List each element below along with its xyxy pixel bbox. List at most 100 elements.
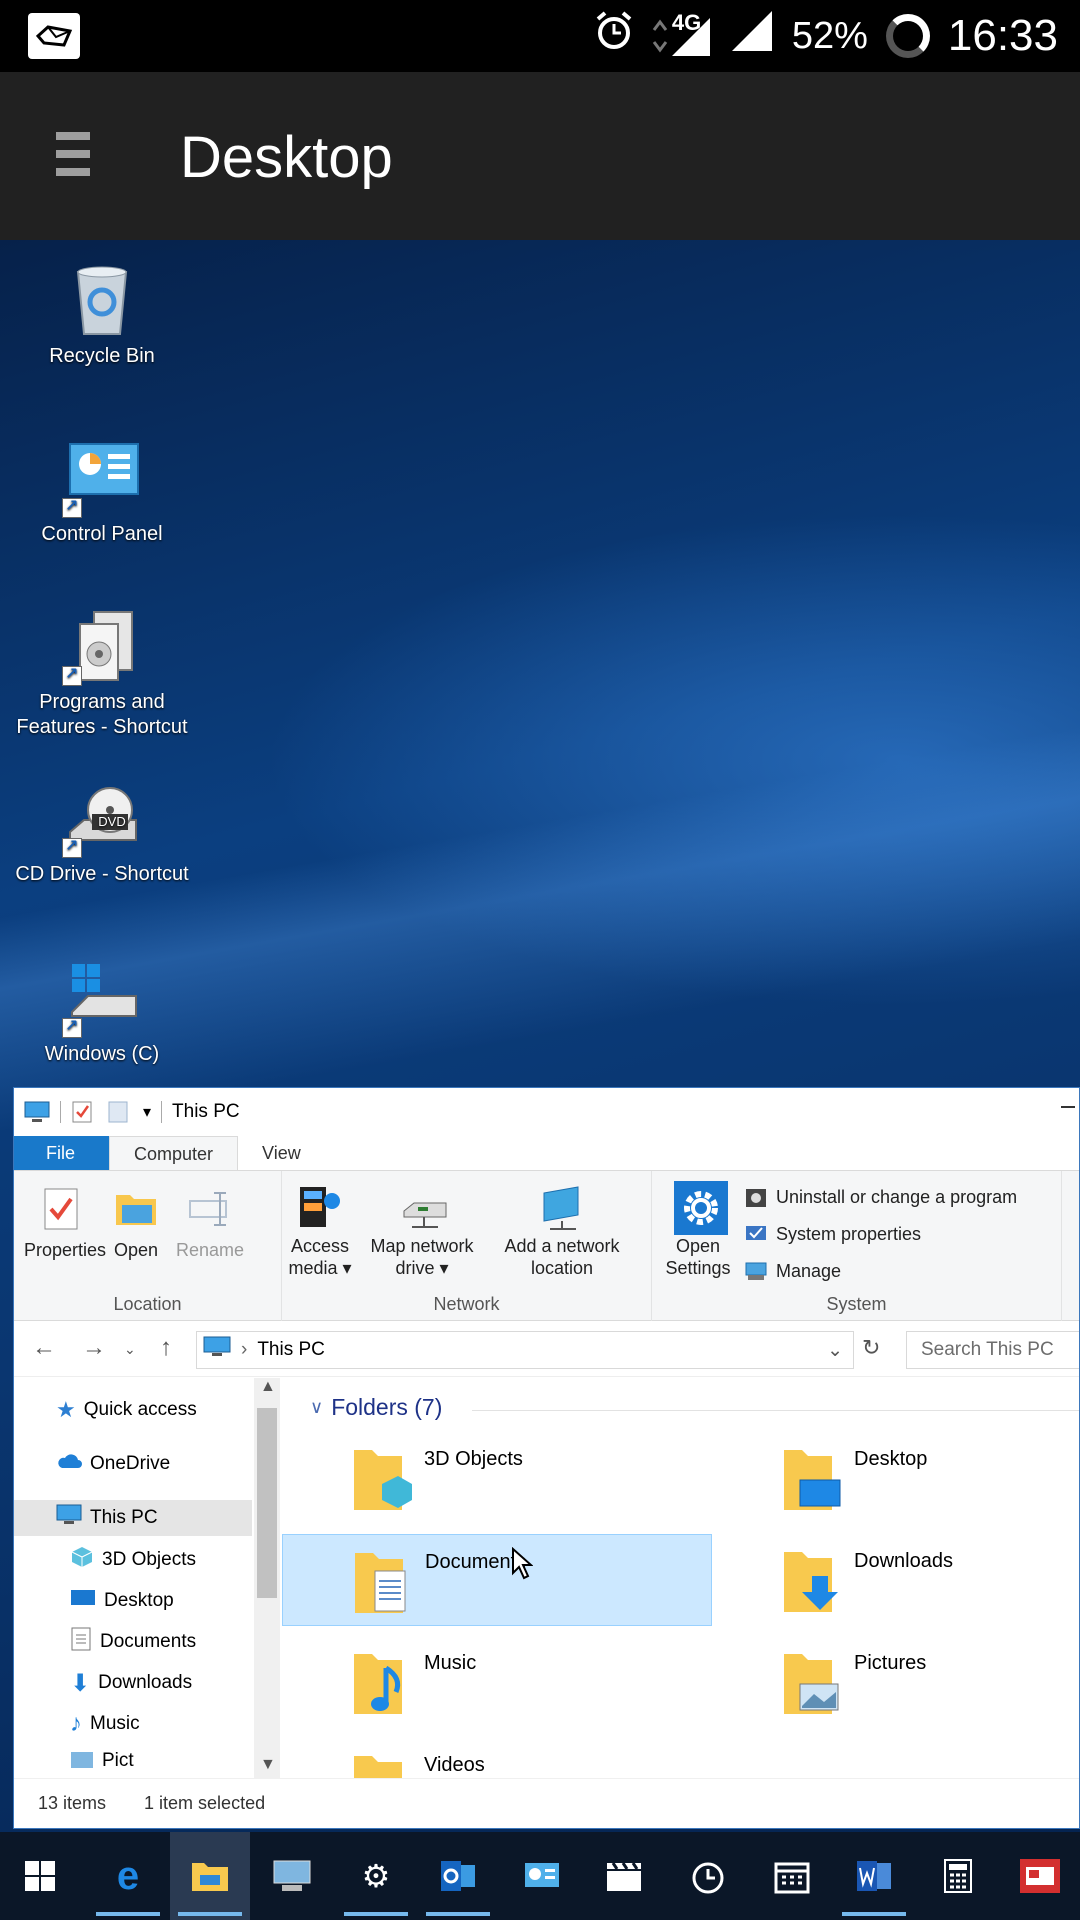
nav-item-3d-objects[interactable]: 3D Objects	[70, 1542, 196, 1578]
uninstall-program-button[interactable]: Uninstall or change a program	[744, 1185, 1017, 1209]
folder-tile-pictures[interactable]: Pictures	[712, 1636, 1079, 1728]
back-arrow-icon[interactable]: ←	[32, 1334, 56, 1362]
recent-locations-chevron-icon[interactable]: ⌄	[124, 1341, 136, 1358]
folder-name: Music	[424, 1652, 477, 1674]
address-bar[interactable]: › This PC ⌄	[196, 1331, 854, 1369]
download-arrow-icon: ⬇	[70, 1669, 91, 1697]
up-arrow-icon[interactable]: ↑	[160, 1334, 172, 1362]
forward-arrow-icon[interactable]: →	[82, 1334, 106, 1362]
taskbar-word[interactable]	[834, 1832, 914, 1920]
alarm-icon	[594, 11, 634, 61]
properties-label: Properties	[24, 1240, 107, 1260]
taskbar-settings[interactable]: ⚙	[336, 1832, 416, 1920]
news-icon	[1019, 1855, 1061, 1897]
access-media-button[interactable]: Access media ▾	[288, 1181, 352, 1279]
taskbar-news[interactable]	[1000, 1832, 1080, 1920]
scroll-down-icon[interactable]: ▼	[260, 1756, 276, 1774]
desktop-icon-label: CD Drive - Shortcut	[15, 863, 189, 885]
clapperboard-icon	[603, 1855, 645, 1897]
app-bar: Desktop	[0, 72, 1080, 240]
search-input[interactable]: Search This PC	[906, 1331, 1079, 1369]
desktop-icon-control-panel[interactable]: Control Panel	[2, 440, 202, 547]
folder-tile-music[interactable]: Music	[282, 1636, 712, 1728]
refresh-icon[interactable]: ↻	[862, 1335, 880, 1361]
file-explorer-window[interactable]: ▾ This PC File Computer View Properties …	[13, 1087, 1080, 1829]
alarm-clock-icon	[687, 1855, 729, 1897]
desktop-icon-programs-features[interactable]: Programs and Features - Shortcut	[2, 608, 202, 740]
minimize-icon[interactable]	[1061, 1106, 1075, 1108]
document-icon	[70, 1626, 92, 1658]
folders-group-header[interactable]: ∨ Folders (7)	[310, 1394, 442, 1421]
desktop-folder-icon	[782, 1444, 841, 1510]
desktop-icon-recycle-bin[interactable]: Recycle Bin	[2, 262, 202, 369]
signal-4g-icon: 4G	[652, 10, 712, 58]
scroll-up-icon[interactable]: ▲	[260, 1378, 276, 1396]
word-icon	[853, 1855, 895, 1897]
manage-label: Manage	[776, 1260, 842, 1281]
taskbar-remote-desktop[interactable]	[252, 1832, 332, 1920]
address-dropdown-icon[interactable]: ⌄	[827, 1339, 843, 1362]
nav-item-downloads[interactable]: ⬇ Downloads	[70, 1665, 192, 1701]
nav-label: Documents	[100, 1631, 197, 1652]
nav-item-documents[interactable]: Documents	[70, 1624, 196, 1660]
taskbar-file-explorer[interactable]	[170, 1832, 250, 1920]
window-titlebar[interactable]: ▾ This PC	[14, 1088, 1079, 1136]
access-media-label: Access	[290, 1236, 350, 1256]
control-panel-icon	[62, 440, 140, 518]
manage-button[interactable]: Manage	[744, 1259, 841, 1283]
uninstall-icon	[744, 1185, 768, 1209]
address-path: This PC	[257, 1339, 325, 1360]
open-button[interactable]: Open	[108, 1185, 164, 1261]
address-toolbar: ← → ⌄ ↑ › This PC ⌄ ↻ Search This PC	[14, 1321, 1079, 1377]
folder-tile-videos[interactable]: Videos	[282, 1738, 712, 1778]
scroll-thumb[interactable]	[257, 1408, 277, 1598]
folder-name: Videos	[424, 1754, 485, 1776]
nav-item-music[interactable]: ♪ Music	[70, 1706, 140, 1742]
access-media-label-2: media ▾	[288, 1258, 352, 1278]
nav-item-pictures[interactable]: Pict	[70, 1750, 134, 1772]
taskbar-alarms[interactable]	[668, 1832, 748, 1920]
nav-scrollbar[interactable]: ▲ ▼	[254, 1378, 280, 1778]
rename-button[interactable]: Rename	[174, 1185, 246, 1261]
search-placeholder: Search This PC	[921, 1339, 1054, 1360]
folder-tile-3d-objects[interactable]: 3D Objects	[282, 1432, 712, 1524]
quick-access-dropdown-icon[interactable]: ▾	[143, 1102, 151, 1122]
map-network-drive-button[interactable]: Map network drive ▾	[360, 1181, 484, 1279]
folder-tile-downloads[interactable]: Downloads	[712, 1534, 1079, 1626]
windows-taskbar: e ⚙	[0, 1832, 1080, 1920]
start-button[interactable]	[0, 1832, 80, 1920]
videos-folder-icon	[352, 1750, 406, 1778]
desktop-icon-label: Control Panel	[41, 523, 163, 545]
folder-tile-documents[interactable]: Documents	[282, 1534, 712, 1626]
open-settings-button[interactable]: Open Settings	[660, 1181, 736, 1279]
system-properties-button[interactable]: System properties	[744, 1222, 921, 1246]
menu-icon[interactable]	[56, 132, 90, 176]
app-title: Desktop	[180, 125, 393, 190]
taskbar-calculator[interactable]	[918, 1832, 998, 1920]
taskbar-calendar[interactable]	[752, 1832, 832, 1920]
properties-button[interactable]: Properties	[24, 1185, 107, 1261]
properties-quick-icon[interactable]	[71, 1100, 97, 1124]
taskbar-edge[interactable]: e	[88, 1832, 168, 1920]
desktop-icon-windows-drive[interactable]: Windows (C)	[2, 960, 202, 1067]
nav-item-quick-access[interactable]: ★ Quick access	[56, 1392, 197, 1428]
nav-item-onedrive[interactable]: OneDrive	[56, 1446, 170, 1482]
desktop-icon-cd-drive[interactable]: DVD CD Drive - Shortcut	[2, 780, 202, 887]
tab-computer[interactable]: Computer	[109, 1136, 239, 1170]
add-network-location-button[interactable]: Add a network location	[492, 1181, 632, 1279]
remote-desktop-icon	[271, 1855, 313, 1897]
nav-label: Desktop	[104, 1590, 174, 1611]
taskbar-movies[interactable]	[584, 1832, 664, 1920]
folder-tile-desktop[interactable]: Desktop	[712, 1432, 1079, 1524]
star-icon: ★	[56, 1397, 76, 1422]
nav-item-desktop[interactable]: Desktop	[70, 1583, 174, 1619]
desktop-icon-label: Recycle Bin	[49, 345, 155, 367]
tab-file[interactable]: File	[14, 1136, 109, 1170]
new-folder-quick-icon[interactable]	[107, 1100, 133, 1124]
nav-item-this-pc[interactable]: This PC	[14, 1500, 252, 1536]
system-properties-icon	[744, 1222, 768, 1246]
taskbar-outlook[interactable]	[418, 1832, 498, 1920]
taskbar-control-panel[interactable]	[502, 1832, 582, 1920]
tab-view[interactable]: View	[238, 1136, 325, 1170]
desktop-icon-label: Programs and Features - Shortcut	[16, 691, 188, 738]
